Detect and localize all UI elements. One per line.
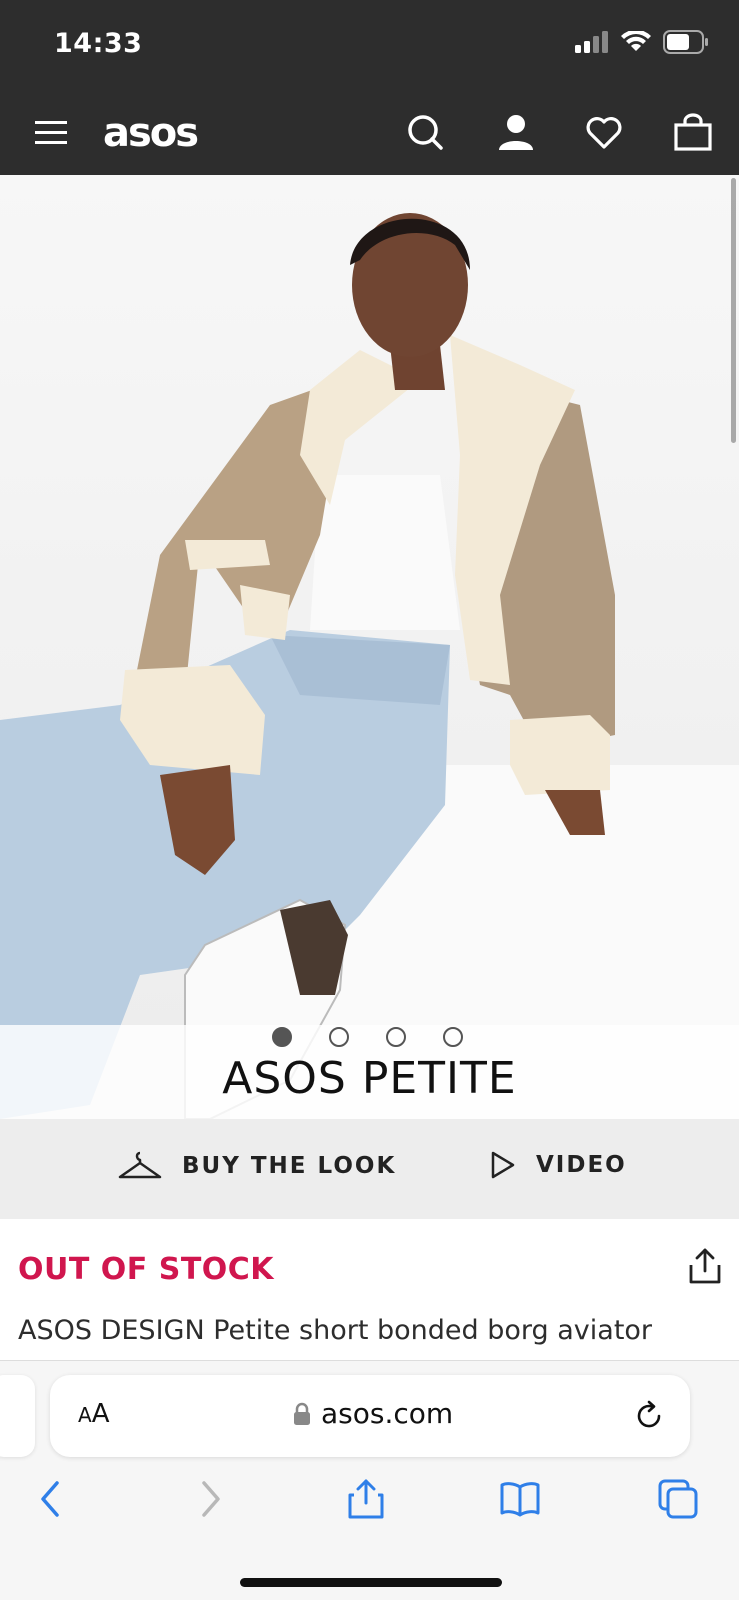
video-button[interactable]: VIDEO <box>490 1151 627 1179</box>
reload-icon[interactable] <box>632 1399 666 1433</box>
brand-label: ASOS PETITE <box>222 1053 517 1104</box>
carousel-dot[interactable] <box>272 1027 292 1047</box>
product-image-carousel[interactable]: ASOS PETITE <box>0 175 739 1119</box>
lock-icon <box>294 1402 310 1425</box>
forward-icon[interactable] <box>190 1479 230 1519</box>
carousel-dot[interactable] <box>329 1027 349 1047</box>
status-bar: 14:33 <box>0 0 739 90</box>
buy-the-look-button[interactable]: BUY THE LOOK <box>118 1151 396 1181</box>
status-time: 14:33 <box>54 28 143 59</box>
status-icons <box>575 30 709 54</box>
carousel-dots <box>272 1027 463 1047</box>
carousel-dot[interactable] <box>386 1027 406 1047</box>
back-icon[interactable] <box>31 1479 71 1519</box>
action-bar: BUY THE LOOK VIDEO <box>0 1119 739 1219</box>
tabs-icon[interactable] <box>658 1479 698 1519</box>
top-nav: asos <box>0 90 739 175</box>
buy-the-look-label: BUY THE LOOK <box>182 1153 397 1179</box>
signal-icon <box>575 31 608 53</box>
play-icon <box>491 1151 515 1179</box>
share-sheet-icon[interactable] <box>346 1479 386 1519</box>
carousel-dot[interactable] <box>443 1027 463 1047</box>
hanger-icon <box>118 1151 162 1179</box>
previous-tab-preview[interactable] <box>0 1375 35 1457</box>
menu-icon[interactable] <box>31 112 71 152</box>
bookmarks-icon[interactable] <box>500 1479 540 1519</box>
address-bar[interactable]: AA asos.com <box>50 1375 690 1457</box>
video-label: VIDEO <box>536 1152 627 1178</box>
search-icon[interactable] <box>405 112 445 152</box>
share-icon[interactable] <box>688 1247 722 1285</box>
page-scrollbar[interactable] <box>731 178 736 443</box>
product-title: ASOS DESIGN Petite short bonded borg avi… <box>18 1315 653 1346</box>
asos-logo[interactable]: asos <box>103 110 199 156</box>
battery-icon <box>663 30 708 54</box>
account-icon[interactable] <box>496 112 536 152</box>
url-text: asos.com <box>321 1397 454 1430</box>
text-size-button[interactable]: AA <box>78 1399 109 1429</box>
wishlist-icon[interactable] <box>584 112 624 152</box>
product-photo <box>0 175 739 1119</box>
url-display[interactable]: asos.com <box>293 1397 453 1430</box>
safari-bottom-bar: AA asos.com <box>0 1360 739 1600</box>
home-indicator[interactable] <box>240 1578 502 1587</box>
bag-icon[interactable] <box>673 112 713 152</box>
stock-status: OUT OF STOCK <box>18 1252 275 1287</box>
wifi-icon <box>621 31 651 51</box>
